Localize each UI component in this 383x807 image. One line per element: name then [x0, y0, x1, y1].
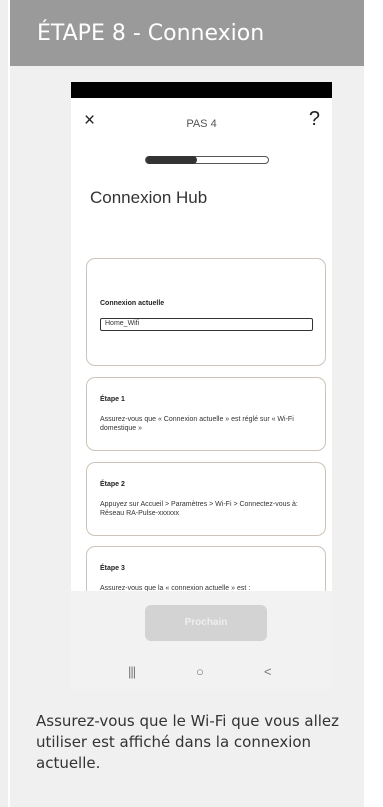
left-divider: [0, 0, 8, 807]
page-title: Connexion Hub: [90, 188, 208, 207]
step-text: Appuyez sur Accueil > Paramètres > Wi-Fi…: [100, 501, 298, 517]
step-text: Assurez-vous que « Connexion actuelle » …: [100, 416, 294, 432]
current-connection-field[interactable]: Home_Wifi: [100, 318, 313, 331]
recents-icon[interactable]: |||: [128, 664, 136, 679]
step-card-1: Étape 1 Assurez-vous que « Connexion act…: [86, 377, 326, 451]
back-icon[interactable]: <: [264, 664, 272, 679]
progress-fill: [146, 156, 198, 164]
android-nav-bar: ||| ○ <: [71, 654, 332, 689]
step-header: ÉTAPE 8 - Connexion: [10, 0, 364, 66]
step-heading: Étape 3: [100, 565, 125, 572]
instruction-caption: Assurez-vous que le Wi-Fi que vous allez…: [36, 712, 340, 772]
next-button[interactable]: Prochain: [145, 605, 267, 641]
bottom-action-area: Prochain ||| ○ <: [71, 591, 332, 689]
step-heading: Étape 1: [100, 396, 125, 403]
step-card-2: Étape 2 Appuyez sur Accueil > Paramètres…: [86, 462, 326, 536]
home-icon[interactable]: ○: [196, 664, 204, 679]
step-heading: Étape 2: [100, 481, 125, 488]
phone-topbar: × PAS 4 ?: [71, 98, 332, 136]
progress-bar: [145, 156, 269, 164]
current-connection-card: Connexion actuelle Home_Wifi: [86, 258, 326, 366]
phone-screenshot: × PAS 4 ? Connexion Hub Connexion actuel…: [71, 82, 332, 689]
help-icon[interactable]: ?: [309, 108, 320, 131]
status-bar: [71, 82, 332, 98]
instruction-card: ÉTAPE 8 - Connexion × PAS 4 ? Connexion …: [10, 0, 364, 807]
step-counter: PAS 4: [186, 118, 217, 130]
current-connection-label: Connexion actuelle: [100, 300, 165, 307]
